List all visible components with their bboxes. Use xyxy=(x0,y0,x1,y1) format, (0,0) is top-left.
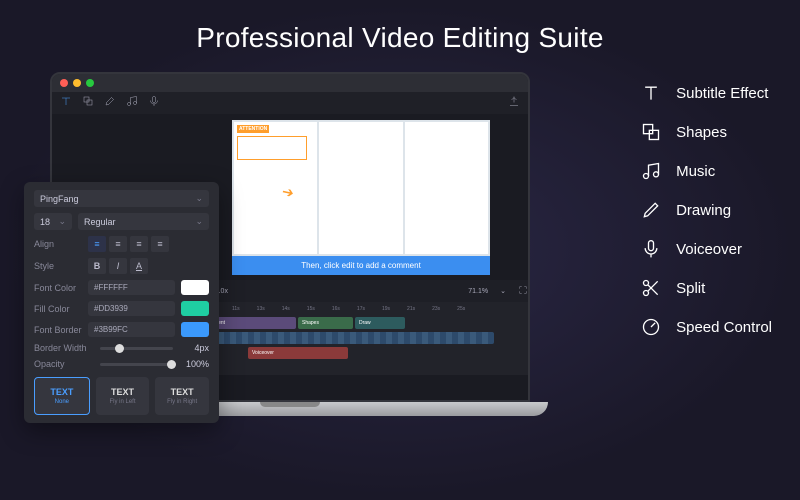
ruler-tick: 11s xyxy=(232,306,240,312)
text-icon xyxy=(640,82,662,104)
feature-label: Drawing xyxy=(676,202,731,219)
font-color-hex[interactable]: #FFFFFF xyxy=(88,280,175,295)
voiceover-clip[interactable]: Voiceover xyxy=(248,347,348,359)
border-color-hex[interactable]: #3B99FC xyxy=(88,322,175,337)
fill-color-hex[interactable]: #DD3939 xyxy=(88,301,175,316)
border-color-swatch[interactable] xyxy=(181,322,209,337)
zoom-chevron-icon[interactable]: ⌄ xyxy=(500,287,506,295)
feature-item: Drawing xyxy=(640,199,772,221)
feature-label: Speed Control xyxy=(676,319,772,336)
speed-icon xyxy=(640,316,662,338)
opacity-label: Opacity xyxy=(34,359,94,369)
text-properties-panel: PingFang 18 Regular Align ≡ ≡ ≡ ≡ Style … xyxy=(24,182,219,423)
feature-label: Split xyxy=(676,280,705,297)
zoom-level[interactable]: 71.1% xyxy=(468,288,488,295)
ruler-tick: 14s xyxy=(282,306,290,312)
bold-button[interactable]: B xyxy=(88,258,106,274)
font-color-label: Font Color xyxy=(34,283,82,293)
close-traffic-light[interactable] xyxy=(60,79,68,87)
italic-button[interactable]: I xyxy=(109,258,127,274)
font-color-swatch[interactable] xyxy=(181,280,209,295)
animation-preset[interactable]: TEXT None xyxy=(34,377,90,415)
feature-item: Voiceover xyxy=(640,238,772,260)
animation-preset[interactable]: TEXT Fly in Right xyxy=(155,377,209,415)
feature-item: Music xyxy=(640,160,772,182)
ruler-tick: 17s xyxy=(357,306,365,312)
opacity-value: 100% xyxy=(179,359,209,369)
ruler-tick: 15s xyxy=(307,306,315,312)
highlight-box xyxy=(237,136,307,160)
scissors-icon xyxy=(640,277,662,299)
text-tool-button[interactable] xyxy=(60,94,72,112)
export-button[interactable] xyxy=(508,94,520,112)
ruler-tick: 21s xyxy=(407,306,415,312)
feature-item: Shapes xyxy=(640,121,772,143)
opacity-slider[interactable] xyxy=(100,363,173,366)
animation-preset[interactable]: TEXT Fly in Left xyxy=(96,377,150,415)
border-color-label: Font Border xyxy=(34,325,82,335)
ruler-tick: 23s xyxy=(432,306,440,312)
subtitle-overlay: Then, click edit to add a comment xyxy=(232,256,490,275)
pencil-icon xyxy=(640,199,662,221)
feature-item: Subtitle Effect xyxy=(640,82,772,104)
underline-button[interactable]: A xyxy=(130,258,148,274)
hero-title: Professional Video Editing Suite xyxy=(0,0,800,54)
align-label: Align xyxy=(34,239,82,249)
align-right-button[interactable]: ≡ xyxy=(130,236,148,252)
editor-toolbar xyxy=(52,92,528,114)
ruler-tick: 13s xyxy=(257,306,265,312)
border-width-slider[interactable] xyxy=(100,347,173,350)
align-left-button[interactable]: ≡ xyxy=(88,236,106,252)
feature-item: Speed Control xyxy=(640,316,772,338)
fill-color-swatch[interactable] xyxy=(181,301,209,316)
mic-icon xyxy=(640,238,662,260)
font-weight-select[interactable]: Regular xyxy=(78,213,209,230)
feature-label: Voiceover xyxy=(676,241,742,258)
draw-clip[interactable]: Draw xyxy=(355,317,405,329)
preset-text: TEXT xyxy=(111,387,134,397)
font-size-select[interactable]: 18 xyxy=(34,213,72,230)
font-family-select[interactable]: PingFang xyxy=(34,190,209,207)
music-icon xyxy=(640,160,662,182)
preset-label: Fly in Left xyxy=(110,399,136,405)
align-center-button[interactable]: ≡ xyxy=(109,236,127,252)
fill-color-label: Fill Color xyxy=(34,304,82,314)
feature-list: Subtitle Effect Shapes Music Drawing Voiceov… xyxy=(640,82,772,338)
draw-tool-button[interactable] xyxy=(104,94,116,112)
maximize-traffic-light[interactable] xyxy=(86,79,94,87)
fullscreen-button[interactable] xyxy=(518,285,528,297)
feature-label: Shapes xyxy=(676,124,727,141)
ruler-tick: 16s xyxy=(332,306,340,312)
preset-label: None xyxy=(55,399,69,405)
align-justify-button[interactable]: ≡ xyxy=(151,236,169,252)
feature-label: Music xyxy=(676,163,715,180)
preset-label: Fly in Right xyxy=(167,399,197,405)
attention-tag: ATTENTION xyxy=(237,125,269,133)
border-width-value: 4px xyxy=(179,343,209,353)
border-width-label: Border Width xyxy=(34,343,94,353)
preset-text: TEXT xyxy=(50,387,73,397)
music-tool-button[interactable] xyxy=(126,94,138,112)
preview-document-right xyxy=(405,122,488,254)
preset-text: TEXT xyxy=(171,387,194,397)
window-titlebar xyxy=(52,74,528,92)
mic-tool-button[interactable] xyxy=(148,94,160,112)
ruler-tick: 25s xyxy=(457,306,465,312)
shapes-clip[interactable]: Shapes xyxy=(298,317,353,329)
feature-label: Subtitle Effect xyxy=(676,85,768,102)
style-label: Style xyxy=(34,261,82,271)
video-preview: ATTENTION ➔ Then, click edit to add a co… xyxy=(232,120,490,275)
shapes-tool-button[interactable] xyxy=(82,94,94,112)
minimize-traffic-light[interactable] xyxy=(73,79,81,87)
shapes-icon xyxy=(640,121,662,143)
ruler-tick: 19s xyxy=(382,306,390,312)
feature-item: Split xyxy=(640,277,772,299)
arrow-annotation: ➔ xyxy=(280,183,295,202)
preview-document-mid xyxy=(319,122,402,254)
preview-document-left: ATTENTION ➔ xyxy=(234,122,317,254)
